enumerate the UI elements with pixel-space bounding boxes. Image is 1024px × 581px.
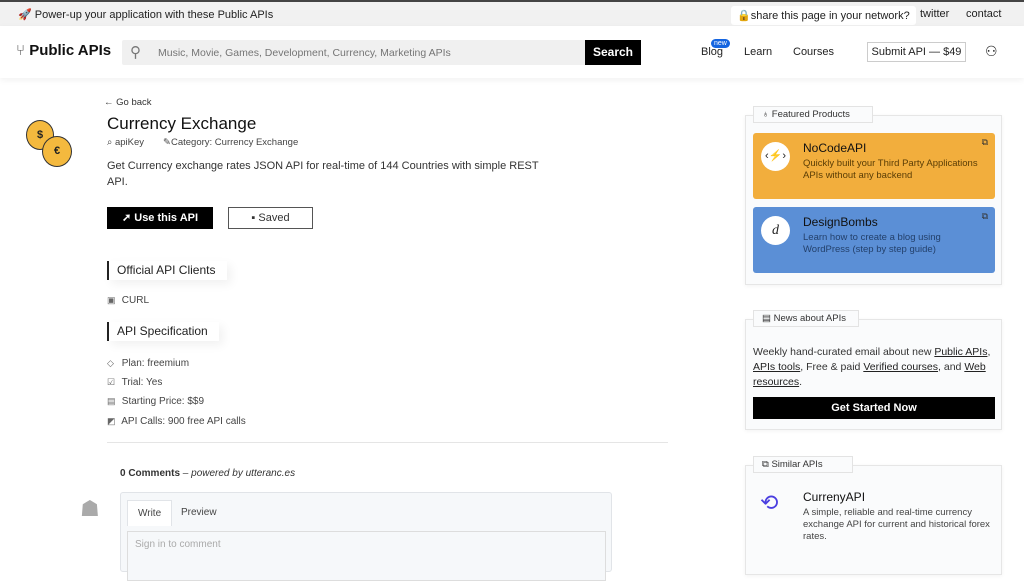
powered-by: – powered by utteranc.es: [182, 468, 296, 479]
featured-title-label: Featured Products: [771, 109, 850, 120]
news-text-part: , Free & paid: [800, 361, 864, 373]
logo-text: Public APIs: [29, 42, 112, 59]
similar-api-item[interactable]: CurrenyAPI A simple, reliable and real-t…: [803, 490, 993, 543]
similar-title: ⧉ Similar APIs: [753, 456, 853, 473]
cursor-icon: ➚: [121, 212, 132, 224]
tag-icon: ◇: [107, 358, 114, 368]
external-link-icon: ⧉: [981, 211, 988, 221]
news-text-part: Weekly hand-curated email about new: [753, 346, 935, 358]
anonymous-avatar-icon: ☗: [80, 496, 100, 521]
clients-heading: Official API Clients: [107, 261, 227, 280]
news-text-part: ,: [987, 346, 991, 358]
share-label: share this page in your network?: [750, 10, 910, 22]
price-label: Starting Price: $$9: [121, 396, 205, 407]
share-button[interactable]: 🔒share this page in your network?: [731, 6, 916, 25]
external-link-icon: ⧉: [981, 137, 988, 147]
checkbox-icon: ☑: [107, 377, 116, 387]
trial-label: Trial: Yes: [121, 377, 163, 388]
cash-icon: ▤: [107, 396, 116, 406]
chart-icon: ◩: [107, 416, 116, 426]
calls-label: API Calls: 900 free API calls: [121, 416, 246, 427]
category-label: Category: Currency Exchange: [170, 137, 299, 148]
submit-api-button[interactable]: Submit API — $49: [867, 42, 966, 62]
get-started-button[interactable]: Get Started Now: [753, 397, 995, 419]
comment-textarea[interactable]: Sign in to comment: [127, 531, 606, 581]
nav-courses[interactable]: Courses: [793, 46, 834, 58]
auth-meta: ⌕ apiKey: [107, 137, 144, 148]
spec-price: ▤ Starting Price: $$9: [107, 396, 204, 407]
search-input[interactable]: [158, 40, 578, 65]
api-description: Get Currency exchange rates JSON API for…: [107, 160, 539, 188]
use-api-label: Use this API: [134, 212, 199, 224]
divider: [107, 442, 668, 443]
saved-button[interactable]: ▪ Saved: [228, 207, 313, 229]
similar-title-label: Similar APIs: [771, 459, 823, 470]
featured-products-card: ♁ Featured Products ‹⚡› NoCodeAPI Quickl…: [745, 106, 1002, 285]
product-desc: Quickly built your Third Party Applicati…: [803, 158, 978, 181]
product-name: NoCodeAPI: [803, 141, 867, 155]
plan-label: Plan: freemium: [121, 358, 190, 369]
client-label: CURL: [121, 295, 150, 306]
apis-tools-link[interactable]: APIs tools: [753, 361, 800, 373]
nav-learn[interactable]: Learn: [744, 46, 772, 58]
api-title: Currency Exchange: [107, 114, 257, 133]
header: ⑂ Public APIs ⚲ Search new Blog Learn Co…: [0, 26, 1024, 78]
currency-coins-icon: $ €: [24, 118, 76, 170]
go-back-link[interactable]: ← Go back: [104, 97, 152, 108]
user-icon[interactable]: ⚇: [985, 43, 998, 60]
saved-label: Saved: [258, 212, 290, 224]
search-icon: ⚲: [130, 44, 141, 61]
news-text-part: .: [799, 376, 803, 388]
public-apis-link[interactable]: Public APIs: [934, 346, 987, 358]
currency-exchange-icon: ⟲: [760, 490, 779, 515]
logo[interactable]: ⑂ Public APIs: [16, 42, 111, 59]
go-back-label: Go back: [116, 97, 152, 108]
news-title: ▤ News about APIs: [753, 310, 859, 327]
comments-count: 0 Comments: [120, 468, 181, 479]
save-icon: ▪: [251, 212, 256, 224]
featured-title: ♁ Featured Products: [753, 106, 873, 123]
lock-icon: 🔒: [737, 10, 751, 22]
news-text-part: , and: [938, 361, 965, 373]
terminal-icon: ▣: [107, 295, 116, 305]
similar-api-name: CurrenyAPI: [803, 490, 866, 504]
news-text: Weekly hand-curated email about new Publ…: [753, 345, 998, 390]
product-designbombs[interactable]: d DesignBombs Learn how to create a blog…: [753, 207, 995, 273]
tag-icon: ✎: [163, 137, 171, 148]
use-api-button[interactable]: ➚ Use this API: [107, 207, 213, 229]
category-meta[interactable]: ✎Category: Currency Exchange: [163, 137, 298, 148]
designbombs-logo-icon: d: [761, 216, 790, 245]
product-desc: Learn how to create a blog using WordPre…: [803, 232, 941, 255]
contact-link[interactable]: contact: [966, 8, 1001, 20]
twitter-link[interactable]: twitter: [920, 8, 949, 20]
client-item[interactable]: ▣ CURL: [107, 295, 149, 306]
news-title-label: News about APIs: [773, 313, 846, 324]
tab-preview[interactable]: Preview: [171, 500, 227, 526]
similar-apis-card: ⧉ Similar APIs ⟲ CurrenyAPI A simple, re…: [745, 456, 1002, 575]
comment-box: Write Preview Sign in to comment: [120, 492, 612, 581]
news-card: ▤ News about APIs Weekly hand-curated em…: [745, 310, 1002, 430]
spec-calls: ◩ API Calls: 900 free API calls: [107, 416, 246, 427]
promo-text: 🚀 Power-up your application with these P…: [18, 9, 274, 21]
spec-trial: ☑ Trial: Yes: [107, 377, 162, 388]
search-button[interactable]: Search: [585, 40, 641, 65]
key-icon: ⌕: [107, 137, 113, 148]
logo-icon: ⑂: [16, 42, 26, 59]
product-name: DesignBombs: [803, 215, 878, 229]
tab-write[interactable]: Write: [127, 500, 173, 526]
auth-label: apiKey: [114, 137, 145, 148]
spec-heading: API Specification: [107, 322, 219, 341]
product-nocodeapi[interactable]: ‹⚡› NoCodeAPI Quickly built your Third P…: [753, 133, 995, 199]
top-bar: 🚀 Power-up your application with these P…: [0, 0, 1024, 26]
nocodeapi-logo-icon: ‹⚡›: [761, 142, 790, 171]
verified-courses-link[interactable]: Verified courses: [863, 361, 938, 373]
spec-plan: ◇ Plan: freemium: [107, 358, 189, 369]
similar-api-desc: A simple, reliable and real-time currenc…: [803, 507, 990, 542]
nav-blog[interactable]: Blog: [701, 46, 723, 58]
search-bar: ⚲ Search: [122, 40, 641, 65]
comments-header: 0 Comments – powered by utteranc.es: [120, 468, 295, 479]
